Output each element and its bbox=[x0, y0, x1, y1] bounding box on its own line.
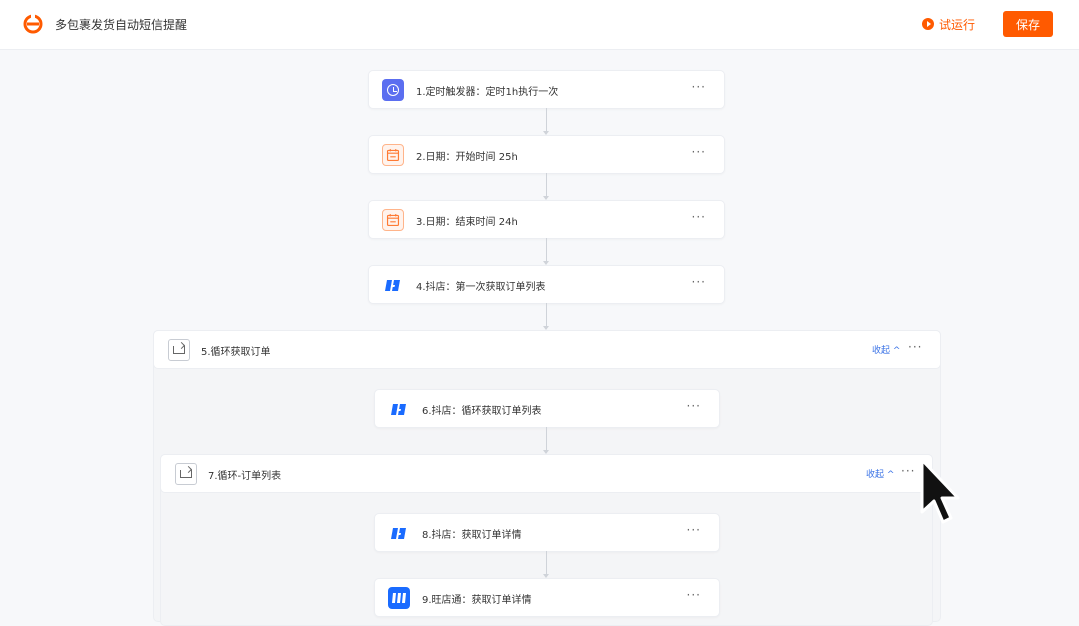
collapse-button[interactable]: 收起 ^ bbox=[872, 343, 900, 356]
loop-more-button[interactable]: ··· bbox=[908, 340, 922, 354]
node-more-button[interactable]: ··· bbox=[687, 588, 701, 602]
node-label: 8.抖店：获取订单详情 bbox=[422, 530, 522, 541]
workflow-node-2[interactable]: 2.日期：开始时间 25h ··· bbox=[368, 135, 725, 174]
node-label: 1.定时触发器：定时1h执行一次 bbox=[416, 87, 559, 98]
douyin-icon bbox=[391, 528, 406, 539]
mouse-cursor-icon bbox=[920, 458, 960, 524]
workflow-node-3[interactable]: 3.日期：结束时间 24h ··· bbox=[368, 200, 725, 239]
node-more-button[interactable]: ··· bbox=[692, 80, 706, 94]
loop-icon bbox=[168, 339, 190, 361]
douyin-icon bbox=[391, 404, 406, 415]
collapse-button[interactable]: 收起 ^ bbox=[866, 467, 894, 480]
connector-arrow bbox=[543, 173, 549, 200]
workflow-node-9[interactable]: 9.旺店通：获取订单详情 ··· bbox=[374, 578, 720, 617]
workflow-node-4[interactable]: 4.抖店：第一次获取订单列表 ··· bbox=[368, 265, 725, 304]
connector-arrow bbox=[543, 551, 549, 578]
calendar-icon bbox=[382, 209, 404, 231]
node-more-button[interactable]: ··· bbox=[692, 210, 706, 224]
node-more-button[interactable]: ··· bbox=[692, 145, 706, 159]
node-more-button[interactable]: ··· bbox=[687, 399, 701, 413]
play-icon bbox=[922, 18, 934, 30]
test-run-button[interactable]: 试运行 bbox=[922, 15, 975, 33]
wangdiantong-icon bbox=[388, 587, 410, 609]
loop-header-7[interactable]: 7.循环-订单列表 收起 ^ ··· bbox=[160, 454, 933, 493]
node-more-button[interactable]: ··· bbox=[692, 275, 706, 289]
app-logo-icon bbox=[23, 14, 43, 34]
douyin-icon bbox=[385, 280, 400, 291]
node-label: 2.日期：开始时间 25h bbox=[416, 152, 518, 163]
node-label: 9.旺店通：获取订单详情 bbox=[422, 595, 532, 606]
loop-label: 5.循环获取订单 bbox=[201, 347, 271, 358]
save-button[interactable]: 保存 bbox=[1003, 11, 1053, 37]
workflow-title: 多包裹发货自动短信提醒 bbox=[55, 18, 188, 32]
connector-arrow bbox=[543, 427, 549, 454]
node-label: 4.抖店：第一次获取订单列表 bbox=[416, 282, 546, 293]
workflow-node-8[interactable]: 8.抖店：获取订单详情 ··· bbox=[374, 513, 720, 552]
loop-label: 7.循环-订单列表 bbox=[208, 471, 282, 482]
connector-arrow bbox=[543, 303, 549, 330]
node-label: 3.日期：结束时间 24h bbox=[416, 217, 518, 228]
clock-icon bbox=[382, 79, 404, 101]
connector-arrow bbox=[543, 238, 549, 265]
connector-arrow bbox=[543, 108, 549, 135]
workflow-node-1[interactable]: 1.定时触发器：定时1h执行一次 ··· bbox=[368, 70, 725, 109]
test-run-label: 试运行 bbox=[939, 17, 976, 32]
loop-icon bbox=[175, 463, 197, 485]
app-header: 多包裹发货自动短信提醒 试运行 保存 bbox=[0, 0, 1079, 50]
node-label: 6.抖店：循环获取订单列表 bbox=[422, 406, 542, 417]
workflow-node-6[interactable]: 6.抖店：循环获取订单列表 ··· bbox=[374, 389, 720, 428]
calendar-icon bbox=[382, 144, 404, 166]
node-more-button[interactable]: ··· bbox=[687, 523, 701, 537]
loop-header-5[interactable]: 5.循环获取订单 收起 ^ ··· bbox=[153, 330, 941, 369]
